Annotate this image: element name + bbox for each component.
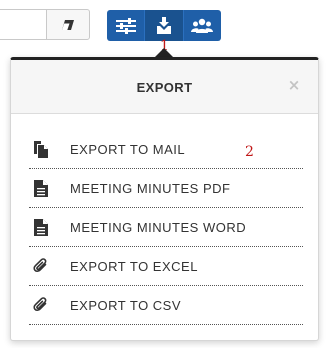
eraser-icon [62, 19, 74, 30]
close-icon: × [287, 76, 301, 94]
sliders-icon [115, 17, 136, 34]
menu-item-label: EXPORT TO MAIL [70, 141, 186, 157]
users-icon [191, 18, 214, 33]
popover-header: EXPORT × [11, 60, 318, 114]
document-icon [31, 179, 51, 197]
popover-arrow [155, 48, 173, 57]
export-button[interactable] [145, 10, 184, 41]
search-input[interactable] [0, 9, 47, 40]
toolbar-button-group [107, 10, 221, 41]
menu-item-label: EXPORT TO EXCEL [70, 258, 198, 274]
menu-item-export-to-csv[interactable]: EXPORT TO CSV [29, 286, 303, 325]
menu-item-label: EXPORT TO CSV [70, 297, 182, 313]
annotation-marker-2: 2 [245, 144, 254, 160]
menu-item-export-to-excel[interactable]: EXPORT TO EXCEL [29, 247, 303, 286]
export-menu: EXPORT TO MAIL MEETING MINUTES PDF MEETI… [29, 130, 303, 325]
menu-item-export-to-mail[interactable]: EXPORT TO MAIL [29, 130, 303, 169]
menu-item-label: MEETING MINUTES PDF [70, 180, 231, 196]
filter-settings-button[interactable] [107, 10, 146, 41]
copy-docs-icon [31, 140, 51, 158]
paperclip-icon [31, 258, 51, 274]
popover-title: EXPORT [136, 80, 193, 95]
participants-button[interactable] [183, 10, 221, 41]
paperclip-icon [31, 297, 51, 313]
close-button[interactable]: × [287, 76, 301, 94]
export-popover: EXPORT × EXPORT TO MAIL MEETING MINUTES … [10, 57, 319, 341]
menu-item-meeting-minutes-word[interactable]: MEETING MINUTES WORD [29, 208, 303, 247]
clear-search-button[interactable] [46, 9, 90, 40]
menu-item-label: MEETING MINUTES WORD [70, 219, 247, 235]
menu-item-meeting-minutes-pdf[interactable]: MEETING MINUTES PDF [29, 169, 303, 208]
document-icon [31, 218, 51, 236]
app-stage: 1 EXPORT × EXPORT TO MAIL MEETING MINUTE… [0, 0, 327, 348]
export-icon [156, 16, 171, 34]
